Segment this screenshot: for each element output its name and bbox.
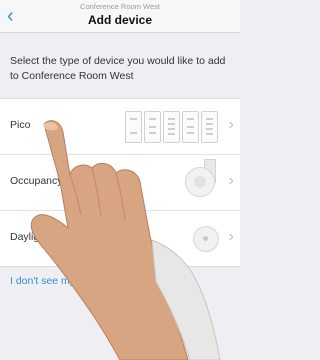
- daylight-sensor-icon: [193, 226, 219, 252]
- chevron-right-icon: ›: [228, 172, 234, 189]
- chevron-right-icon: ›: [228, 228, 234, 245]
- device-label: Occupancy Sensor: [10, 175, 99, 187]
- device-row-pico[interactable]: Pico ›: [0, 99, 240, 155]
- device-row-daylight-sensor[interactable]: Daylight Sensor ›: [0, 211, 240, 266]
- missing-devices-link[interactable]: I don't see my devices in my room/area: [10, 274, 228, 289]
- chevron-right-icon: ›: [228, 116, 234, 133]
- page-title: Add device: [87, 13, 153, 27]
- instruction-text: Select the type of device you would like…: [10, 55, 226, 82]
- occupancy-sensor-icon: [185, 167, 215, 197]
- device-label: Pico: [10, 119, 31, 131]
- device-row-occupancy-sensor[interactable]: Occupancy Sensor ›: [0, 155, 240, 211]
- device-type-list: Pico › Occupancy Sensor › Daylight Senso…: [0, 98, 240, 267]
- navigation-bar: ‹ Conference Room West Add device: [0, 0, 240, 33]
- pico-remote-icon: [125, 111, 219, 143]
- device-label: Daylight Sensor: [10, 231, 85, 243]
- room-subtitle: Conference Room West: [80, 2, 160, 11]
